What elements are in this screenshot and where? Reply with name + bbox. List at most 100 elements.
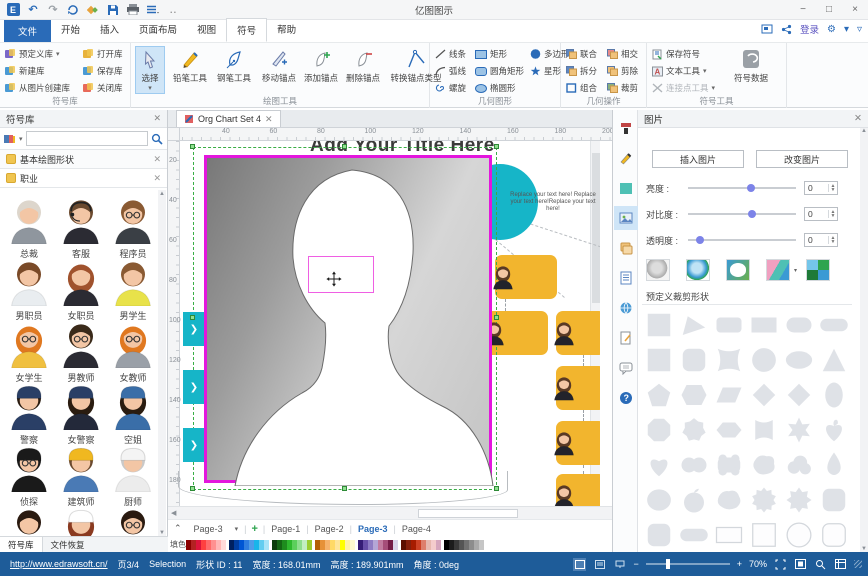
symbol-建筑师[interactable]: 建筑师 — [56, 444, 106, 508]
add-page-button[interactable]: + — [246, 523, 262, 535]
ribbon-item-相交[interactable]: 相交 — [607, 46, 638, 62]
picture-icon[interactable] — [614, 206, 638, 230]
crop-shape-scroll[interactable] — [749, 415, 779, 445]
effect-artistic[interactable]: ▾ — [766, 259, 790, 281]
crop-shape-rounded-outline[interactable] — [819, 520, 849, 550]
crop-shape-starburst[interactable] — [749, 485, 779, 515]
crop-shape-square[interactable] — [644, 310, 674, 340]
crop-shape-rect-outline[interactable] — [714, 520, 744, 550]
spinner-icons[interactable]: ▲▼ — [828, 236, 837, 244]
crop-shape-pill[interactable] — [819, 310, 849, 340]
scroll-left-icon[interactable]: ◀ — [171, 509, 176, 517]
crop-shape-ellipse[interactable] — [784, 345, 814, 375]
slider-value-box[interactable]: 0▲▼ — [804, 207, 838, 221]
collapse-ribbon-icon[interactable]: ▿ — [857, 24, 862, 35]
ribbon-item-螺旋[interactable]: 螺旋 — [435, 80, 466, 96]
left-panel-tab-文件恢复[interactable]: 文件恢复 — [43, 537, 93, 552]
crop-shape-circle[interactable] — [749, 345, 779, 375]
effect-sphere[interactable] — [686, 259, 710, 281]
symbol-search-input[interactable] — [26, 131, 148, 146]
slider-thumb[interactable] — [696, 236, 704, 244]
symbol-item[interactable] — [56, 506, 106, 538]
screenshot-icon[interactable] — [761, 24, 773, 34]
symbol-程序员[interactable]: 程序员 — [108, 196, 158, 260]
zoom-slider[interactable] — [646, 563, 730, 565]
change-picture-button[interactable]: 改变图片 — [756, 150, 848, 168]
pan-window-icon[interactable] — [834, 558, 847, 571]
crop-shape-flower[interactable] — [679, 415, 709, 445]
document-tab[interactable]: Org Chart Set 4 ✕ — [176, 110, 281, 127]
symbol-grid-scrollbar[interactable]: ▲ ▼ — [158, 190, 166, 538]
page-tab-Page-4[interactable]: Page-4 — [396, 524, 437, 534]
zoom-in-button[interactable]: + — [737, 559, 742, 569]
symbol-男职员[interactable]: 男职员 — [4, 258, 54, 322]
page-tab-Page-2[interactable]: Page-2 — [309, 524, 350, 534]
ribbon-item-矩形[interactable]: 矩形 — [475, 46, 507, 62]
symbol-男教师[interactable]: 男教师 — [56, 320, 106, 384]
picture-panel-scrollbar[interactable]: ▲ ▼ — [860, 128, 868, 552]
selection-handle[interactable] — [190, 144, 195, 149]
ribbon-button-选择[interactable]: 选择▾ — [135, 46, 165, 94]
teal-chevron-shape[interactable]: ❯ — [183, 428, 205, 462]
palette-color[interactable] — [307, 540, 312, 550]
symbol-item[interactable] — [108, 506, 158, 538]
crop-shape-blob[interactable] — [749, 450, 779, 480]
page-selector[interactable]: Page-3 — [188, 524, 229, 534]
section-occupation[interactable]: 职业 ✕ — [0, 169, 167, 188]
crop-shape-triangle-scalene[interactable] — [679, 310, 709, 340]
ribbon-item-弧线[interactable]: 弧线 — [435, 63, 466, 79]
page-tab-Page-3[interactable]: Page-3 — [352, 524, 394, 534]
crop-shape-cloud[interactable] — [784, 450, 814, 480]
ribbon-item-预定义库[interactable]: 预定义库▾ — [5, 46, 60, 62]
crop-shape-apple[interactable] — [679, 485, 709, 515]
share-icon[interactable] — [781, 24, 792, 35]
gear-dropdown-icon[interactable]: ▾ — [844, 24, 849, 35]
symbol-女教师[interactable]: 女教师 — [108, 320, 158, 384]
crop-shape-rounded-square[interactable] — [819, 485, 849, 515]
symbol-警察[interactable]: 警察 — [4, 382, 54, 446]
ribbon-item-关闭库[interactable]: 关闭库 — [83, 80, 123, 96]
palette-color[interactable] — [393, 540, 398, 550]
comment-icon[interactable] — [614, 356, 638, 380]
palette-color[interactable] — [479, 540, 484, 550]
selection-handle[interactable] — [342, 144, 347, 149]
ribbon-item-打开库[interactable]: 打开库 — [83, 46, 123, 62]
crop-shape-octagon[interactable] — [644, 415, 674, 445]
close-icon[interactable]: ✕ — [265, 114, 273, 125]
normal-view-icon[interactable] — [573, 558, 586, 571]
effect-original[interactable] — [646, 259, 670, 281]
crop-shape-hexagon[interactable] — [679, 380, 709, 410]
hyperlink-icon[interactable] — [614, 296, 638, 320]
spinner-icons[interactable]: ▲▼ — [828, 210, 837, 218]
page-view-icon[interactable] — [593, 558, 606, 571]
crop-shape-pill-rect[interactable] — [784, 310, 814, 340]
palette-color[interactable] — [436, 540, 441, 550]
crop-shape-rectangle[interactable] — [749, 310, 779, 340]
close-icon[interactable]: ✕ — [153, 113, 161, 124]
crop-shape-rounded-square[interactable] — [644, 520, 674, 550]
close-icon[interactable]: ✕ — [854, 113, 862, 124]
scroll-up-icon[interactable]: ▲ — [158, 190, 166, 199]
help-icon[interactable]: ? — [614, 386, 638, 410]
slider-track[interactable] — [688, 213, 796, 215]
palette-color[interactable] — [221, 540, 226, 550]
zoom-slider-thumb[interactable] — [666, 559, 670, 569]
ribbon-button-符号数据[interactable]: 符号数据 — [725, 46, 777, 94]
crop-shape-teardrop[interactable] — [819, 450, 849, 480]
ribbon-button-钢笔工具[interactable]: 钢笔工具 — [213, 46, 255, 94]
page-selector-dropdown-icon[interactable]: ▾ — [229, 525, 245, 533]
gear-icon[interactable]: ⚙ — [827, 24, 836, 35]
drawing-viewport[interactable]: Add Your Title Here Replace your text he… — [168, 141, 600, 506]
library-icon[interactable] — [4, 133, 16, 145]
fit-selection-icon[interactable] — [774, 558, 787, 571]
canvas-placeholder-text[interactable]: Replace your text here! Replace your tex… — [505, 192, 600, 213]
ribbon-item-圆角矩形[interactable]: 圆角矩形 — [475, 63, 524, 79]
color-swatch-icon[interactable] — [614, 176, 638, 200]
ribbon-item-连接点工具[interactable]: 连接点工具▾ — [652, 80, 715, 96]
ribbon-button-铅笔工具[interactable]: 铅笔工具 — [169, 46, 211, 94]
zoom-level[interactable]: 70% — [749, 559, 767, 569]
symbol-总裁[interactable]: 总裁 — [4, 196, 54, 260]
pencil-icon[interactable] — [614, 146, 638, 170]
effect-mosaic[interactable] — [806, 259, 830, 281]
library-dropdown-icon[interactable]: ▾ — [19, 135, 23, 143]
